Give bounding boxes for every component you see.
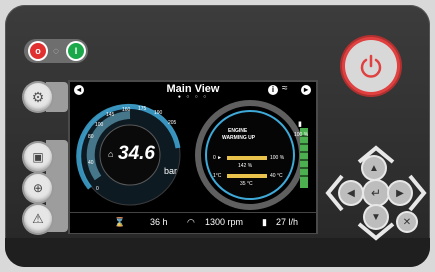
pressure-value: 34.6 (118, 143, 155, 164)
tick-label: 40 (88, 160, 94, 166)
bar2-min: 1°C (213, 173, 222, 179)
settings-icon: ⚙ (31, 88, 45, 105)
tick-label: 80 (88, 134, 94, 140)
bar2-max: 40 °C (270, 173, 283, 179)
tick-label: 205 (168, 120, 177, 126)
navigate-button[interactable]: ⊕ (24, 174, 52, 202)
close-icon: ✕ (402, 216, 412, 228)
status-bar: ⌛ 36 h ◠ 1300 rpm ▮ 27 l/h (70, 212, 316, 233)
warning-icon: ⚠ (32, 211, 44, 226)
bar1-min: 0 ► (213, 155, 223, 161)
fuel-icon: ▮ (298, 121, 302, 128)
engine-warning-line1: ENGINE (228, 128, 248, 134)
power-button[interactable] (345, 40, 397, 92)
tick-label: 175 (138, 106, 147, 112)
alarm-button[interactable]: ⚠ (24, 205, 52, 233)
arrow-down-icon: ▼ (371, 211, 381, 223)
down-button[interactable]: ▼ (365, 206, 387, 228)
info-icon[interactable]: i (268, 85, 278, 95)
enter-button[interactable]: ↵ (364, 181, 388, 205)
cancel-button[interactable]: ✕ (398, 213, 416, 231)
bar2-value: 35 °C (240, 181, 253, 187)
fuel-pump-icon: ▮ (262, 217, 267, 227)
pressure-sensor-icon: ⌂ (108, 149, 114, 159)
left-button[interactable]: ◀ (340, 182, 362, 204)
screen-header: ◂ Main View ● ○ ○ ○ i ≈ ▸ (70, 82, 316, 100)
display-screen: ◂ Main View ● ○ ○ ○ i ≈ ▸ 0 40 80 100 14… (68, 80, 318, 234)
tick-label: 100 (95, 122, 104, 128)
hourglass-icon: ⌛ (114, 217, 126, 227)
standby-indicator-icon: ◌ (53, 45, 59, 57)
up-button[interactable]: ▲ (363, 157, 385, 179)
stop-led[interactable]: o (30, 43, 46, 59)
tachometer-icon: ◠ (187, 217, 195, 227)
fuel-rate: 27 l/h (276, 217, 299, 227)
mode-icon: ▣ (32, 150, 44, 164)
menu-button[interactable]: ⚙ (24, 83, 52, 111)
tick-label: 160 (122, 107, 131, 113)
power-icon (360, 54, 382, 78)
bar1-max: 100 % (270, 155, 285, 161)
start-led[interactable]: I (68, 43, 84, 59)
nav-right-icon[interactable]: ▸ (301, 85, 311, 95)
engine-hours: 36 h (150, 217, 168, 227)
engine-running-icon: ≈ (282, 83, 288, 94)
tick-label: 190 (154, 110, 163, 116)
arrow-up-icon: ▲ (369, 162, 379, 174)
bar1-value: 142 % (238, 163, 253, 169)
right-button[interactable]: ▶ (389, 182, 411, 204)
engine-warning-line2: WARMING UP (222, 135, 256, 141)
tick-label: 0 (96, 186, 99, 192)
enter-icon: ↵ (370, 186, 382, 200)
engine-rpm: 1300 rpm (205, 217, 244, 227)
mode-button[interactable]: ▣ (24, 143, 52, 171)
fuel-percent: 100 % (294, 132, 309, 138)
arrow-left-icon: ◀ (347, 187, 355, 199)
tick-label: 145 (106, 112, 115, 118)
arrow-right-icon: ▶ (396, 187, 404, 199)
pressure-unit: bar (164, 166, 178, 176)
navigate-icon: ⊕ (32, 181, 44, 195)
